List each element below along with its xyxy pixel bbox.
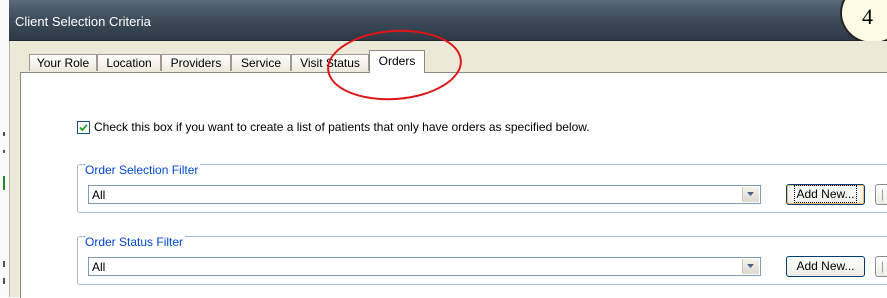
edge-mark: [3, 150, 5, 153]
order-selection-partial-button[interactable]: |: [875, 184, 887, 205]
tab-your-role[interactable]: Your Role: [29, 54, 97, 71]
partial-button-glyph: |: [881, 259, 885, 273]
edge-mark: [3, 132, 5, 136]
step-number: 4: [862, 4, 873, 29]
edge-mark: [3, 176, 5, 190]
window-title: Client Selection Criteria: [15, 14, 151, 29]
order-selection-add-new-label: Add New...: [794, 185, 857, 203]
order-status-filter-title: Order Status Filter: [85, 235, 186, 249]
partial-button-glyph: |: [881, 187, 885, 201]
tab-orders[interactable]: Orders: [369, 50, 425, 73]
order-status-partial-button[interactable]: |: [875, 256, 887, 277]
order-status-add-new-label: Add New...: [796, 259, 855, 273]
order-selection-filter-group: Order Selection Filter All Add New... |: [77, 163, 887, 213]
order-selection-add-new-button[interactable]: Add New...: [786, 184, 865, 205]
dropdown-arrow-icon[interactable]: [742, 259, 759, 274]
window-titlebar[interactable]: Client Selection Criteria: [9, 0, 887, 41]
background-window-edge: [0, 0, 9, 297]
tab-service[interactable]: Service: [231, 54, 291, 71]
order-status-filter-value: All: [92, 260, 106, 274]
order-selection-filter-title: Order Selection Filter: [85, 163, 201, 177]
tab-location[interactable]: Location: [97, 54, 161, 71]
order-status-filter-select[interactable]: All: [88, 257, 761, 276]
only-orders-checkbox[interactable]: [77, 121, 90, 134]
dropdown-arrow-icon[interactable]: [742, 187, 759, 202]
edge-mark: [3, 278, 5, 284]
only-orders-checkbox-label: Check this box if you want to create a l…: [94, 120, 590, 134]
order-selection-filter-select[interactable]: All: [88, 185, 761, 204]
order-status-filter-group: Order Status Filter All Add New... |: [77, 235, 887, 285]
tab-providers[interactable]: Providers: [161, 54, 231, 71]
order-status-add-new-button[interactable]: Add New...: [786, 256, 865, 277]
checkmark-icon: [79, 124, 88, 132]
tab-visit-status[interactable]: Visit Status: [291, 54, 369, 71]
order-selection-filter-value: All: [92, 188, 106, 202]
edge-mark: [3, 261, 5, 267]
